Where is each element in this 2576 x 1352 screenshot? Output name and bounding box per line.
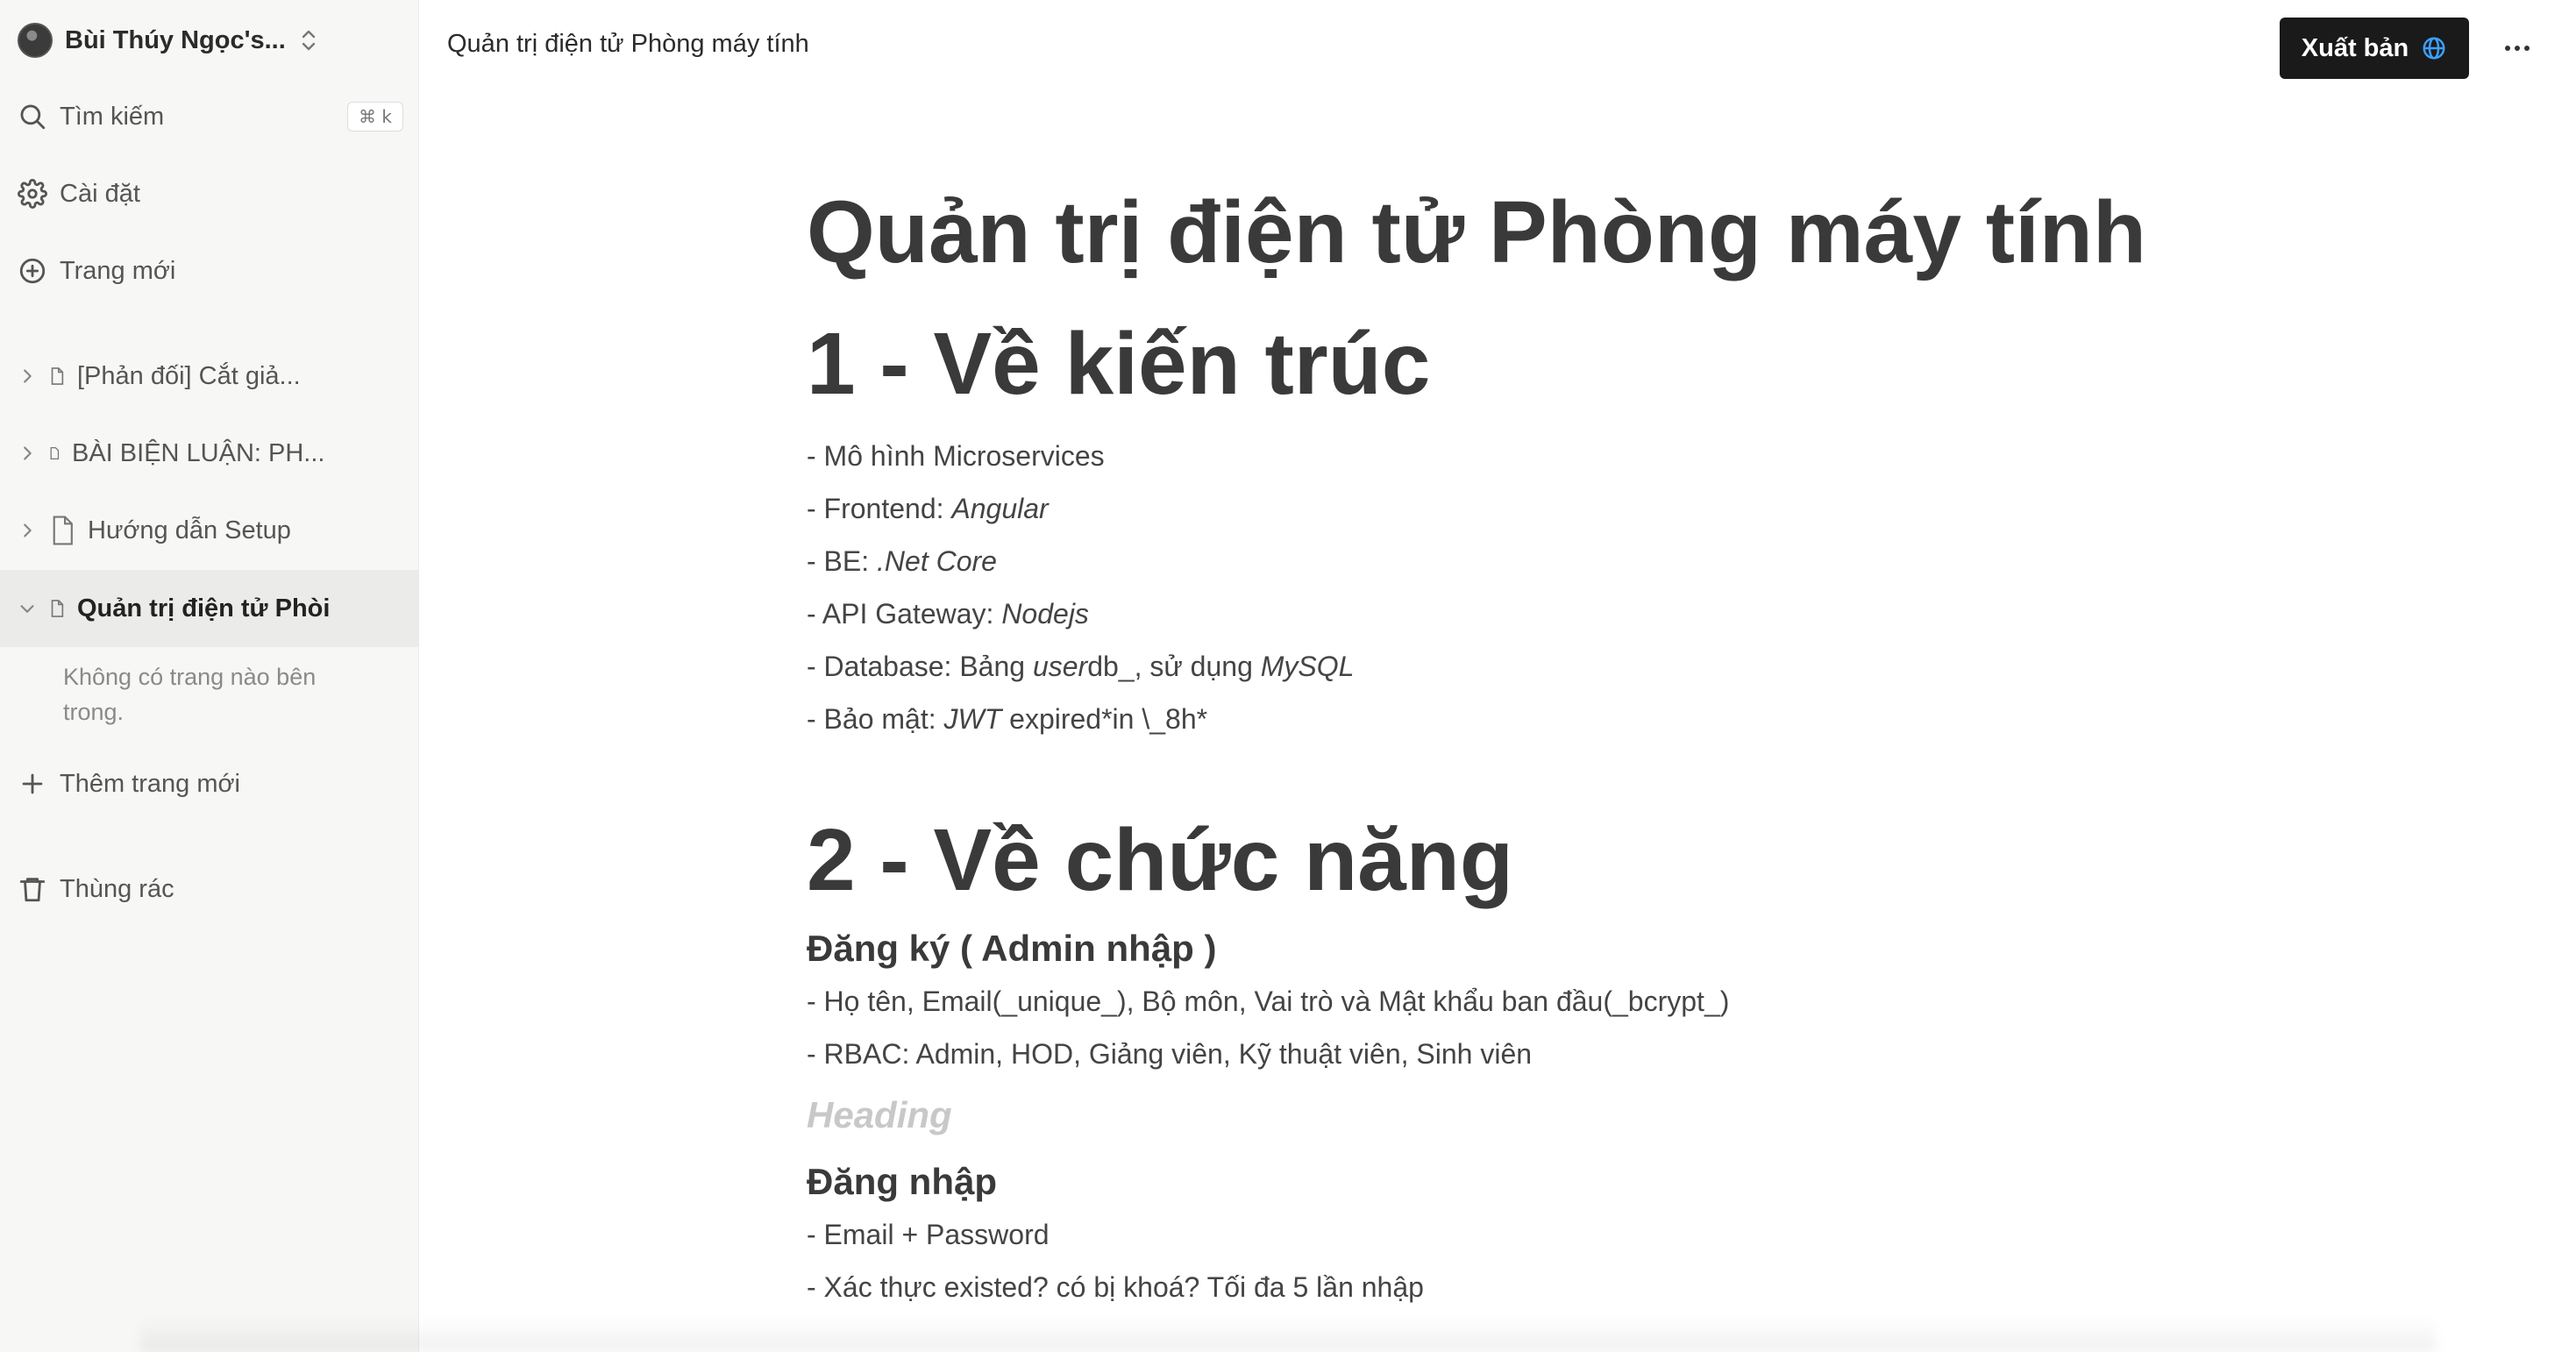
sidebar-page-label: BÀI BIỆN LUẬN: PH... [72, 438, 325, 467]
text-line[interactable]: - RBAC: Admin, HOD, Giảng viên, Kỹ thuật… [807, 1028, 2297, 1080]
heading-architecture[interactable]: 1 - Về kiến trúc [807, 307, 2297, 421]
search-icon [20, 104, 46, 130]
new-page-label: Trang mới [60, 256, 176, 285]
text-span: - Bảo mật: [807, 703, 944, 735]
italic-span: JWT [943, 703, 1002, 735]
ellipsis-icon [2505, 46, 2530, 51]
avatar [18, 23, 53, 58]
document-icon [51, 600, 64, 617]
italic-span: .Net Core [877, 545, 997, 577]
more-options-button[interactable] [2497, 28, 2537, 68]
add-page-button[interactable]: Thêm trang mới [18, 759, 403, 808]
workspace-name: Bùi Thúy Ngọc's... [65, 25, 286, 54]
text-line[interactable]: - Bảo mật: JWT expired*in \_8h* [807, 693, 2297, 745]
settings-button[interactable]: Cài đặt [18, 169, 403, 218]
bottom-shadow [140, 1317, 2436, 1352]
search-shortcut-badge: ⌘ k [347, 102, 403, 132]
text-span: - Database: Bảng [807, 651, 1033, 682]
text-span: db_, sử dụng [1087, 651, 1261, 682]
add-page-label: Thêm trang mới [60, 769, 240, 798]
document-body[interactable]: Quản trị điện tử Phòng máy tính 1 - Về k… [807, 175, 2297, 1313]
sidebar-page-label: Hướng dẫn Setup [88, 516, 291, 544]
trash-icon [19, 878, 46, 902]
sidebar-page-item-active[interactable]: Quản trị điện tử Phòi [0, 570, 419, 647]
document-title[interactable]: Quản trị điện tử Phòng máy tính [807, 175, 2297, 289]
text-line[interactable]: - Họ tên, Email(_unique_), Bộ môn, Vai t… [807, 975, 2297, 1028]
chevron-right-icon[interactable] [18, 521, 37, 540]
text-span: - Frontend: [807, 493, 952, 524]
new-page-button[interactable]: Trang mới [18, 246, 403, 295]
search-label: Tìm kiếm [60, 102, 165, 131]
italic-span: Nodejs [1001, 598, 1089, 630]
heading-login[interactable]: Đăng nhập [807, 1156, 2297, 1208]
search-button[interactable]: Tìm kiếm ⌘ k [18, 92, 403, 141]
italic-span: MySQL [1260, 651, 1355, 682]
sidebar-page-item[interactable]: [Phản đối] Cắt giả... [18, 352, 403, 401]
document-icon [50, 447, 60, 459]
text-span: - API Gateway: [807, 598, 1002, 630]
plus-icon [22, 773, 43, 794]
publish-button[interactable]: Xuất bản [2280, 18, 2469, 79]
italic-span: Angular [951, 493, 1049, 524]
text-line[interactable]: - Xác thực existed? có bị khoá? Tối đa 5… [807, 1261, 2297, 1313]
document-icon [51, 367, 64, 385]
chevron-up-down-icon [302, 30, 315, 51]
empty-subpages-note: Không có trang nào bên trong. [63, 664, 317, 725]
chevron-right-icon[interactable] [18, 444, 37, 463]
globe-icon [2423, 37, 2445, 60]
text-line[interactable]: - BE: .Net Core [807, 535, 2297, 587]
sidebar-page-item[interactable]: Hướng dẫn Setup [18, 506, 403, 555]
chevron-right-icon[interactable] [18, 366, 37, 386]
text-line[interactable]: - Database: Bảng userdb_, sử dụng MySQL [807, 640, 2297, 693]
workspace-switcher[interactable]: Bùi Thúy Ngọc's... [18, 19, 403, 61]
breadcrumb-page-title[interactable]: Quản trị điện tử Phòng máy tính [447, 30, 809, 59]
text-span: expired*in \_8h* [1001, 703, 1208, 735]
architecture-list: - Mô hình Microservices - Frontend: Angu… [807, 430, 2297, 745]
chevron-down-icon[interactable] [18, 599, 37, 618]
sidebar-page-label: Quản trị điện tử Phòi [77, 594, 331, 623]
settings-label: Cài đặt [60, 179, 140, 208]
heading-features[interactable]: 2 - Về chức năng [807, 803, 2297, 917]
sidebar: Bùi Thúy Ngọc's... Tìm kiếm ⌘ k Cài đặt … [0, 0, 419, 1352]
text-line[interactable]: - Mô hình Microservices [807, 430, 2297, 482]
document-icon [53, 516, 73, 545]
text-line[interactable]: - API Gateway: Nodejs [807, 587, 2297, 640]
plus-circle-icon [19, 258, 46, 284]
gear-icon [18, 179, 47, 209]
heading-register[interactable]: Đăng ký ( Admin nhập ) [807, 922, 2297, 975]
trash-label: Thùng rác [60, 874, 174, 903]
trash-button[interactable]: Thùng rác [18, 865, 403, 914]
text-line[interactable]: - Frontend: Angular [807, 482, 2297, 535]
text-span: - BE: [807, 545, 878, 577]
text-line[interactable]: - Email + Password [807, 1208, 2297, 1261]
publish-label: Xuất bản [2301, 33, 2409, 62]
sidebar-page-item[interactable]: BÀI BIỆN LUẬN: PH... [18, 429, 403, 478]
empty-heading-placeholder[interactable]: Heading [807, 1089, 2297, 1142]
sidebar-page-label: [Phản đối] Cắt giả... [77, 361, 301, 390]
italic-span: user [1032, 651, 1088, 682]
